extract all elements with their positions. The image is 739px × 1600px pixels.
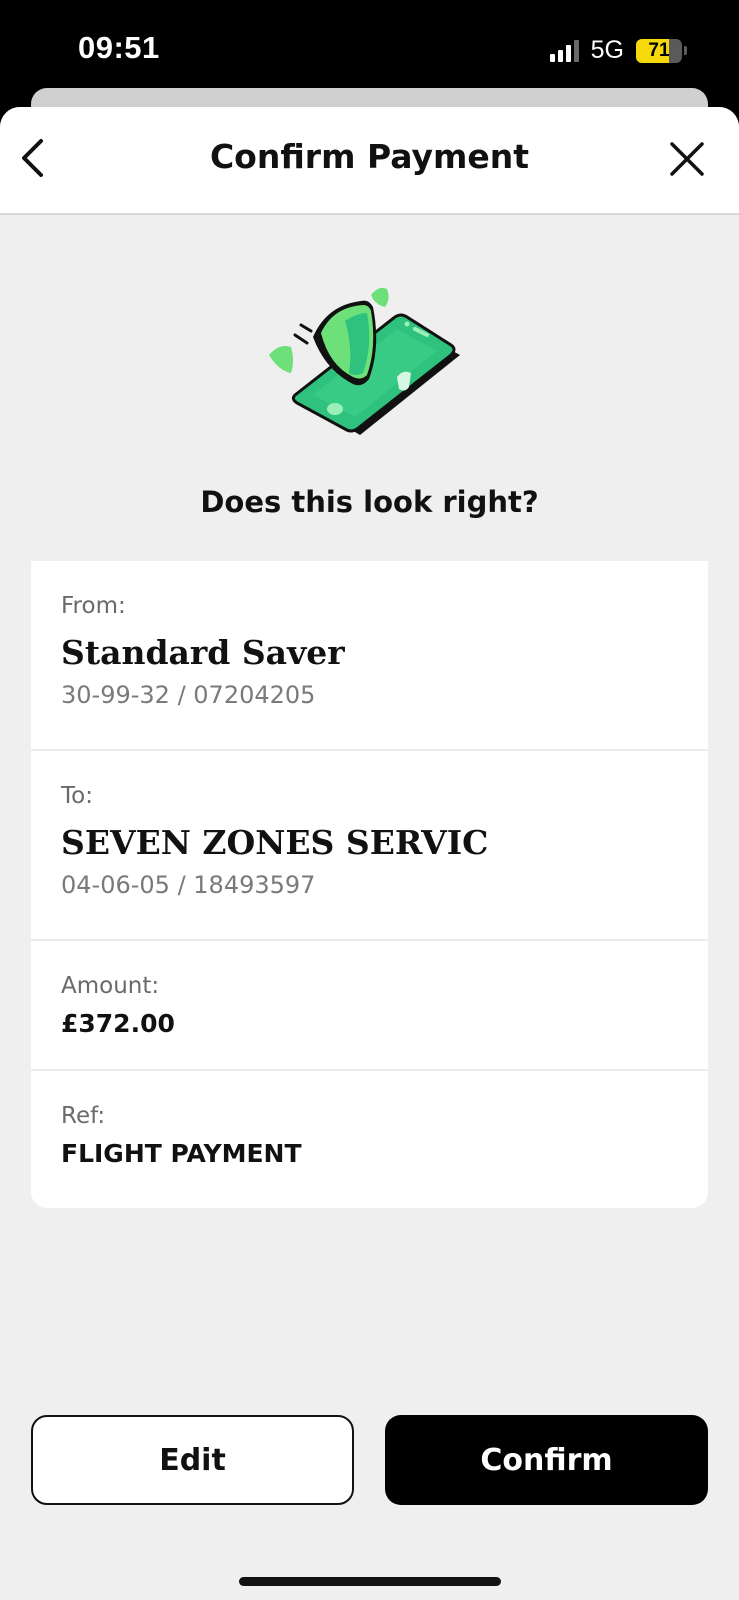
from-account-number: 30-99-32 / 07204205	[61, 681, 316, 709]
payment-details-card: From: Standard Saver 30-99-32 / 07204205…	[31, 561, 708, 1208]
edit-button[interactable]: Edit	[31, 1415, 354, 1505]
battery-level: 71	[648, 39, 670, 61]
ref-value: FLIGHT PAYMENT	[61, 1139, 302, 1168]
sheet-header: Confirm Payment	[0, 107, 739, 215]
amount-value: £372.00	[61, 1009, 175, 1038]
cellular-signal-icon	[549, 39, 579, 62]
to-row: To: SEVEN ZONES SERVIC 04-06-05 / 184935…	[31, 751, 708, 941]
close-button[interactable]	[665, 137, 709, 181]
ref-label: Ref:	[61, 1103, 106, 1129]
network-type: 5G	[590, 36, 624, 64]
to-account-number: 04-06-05 / 18493597	[61, 871, 316, 899]
confirm-button[interactable]: Confirm	[385, 1415, 708, 1505]
to-payee-name: SEVEN ZONES SERVIC	[61, 823, 489, 862]
battery-nub	[684, 46, 687, 55]
from-row: From: Standard Saver 30-99-32 / 07204205	[31, 561, 708, 751]
home-indicator[interactable]	[239, 1577, 501, 1586]
close-icon	[670, 142, 704, 176]
from-account-name: Standard Saver	[61, 633, 345, 672]
status-time: 09:51	[78, 30, 160, 65]
from-label: From:	[61, 593, 126, 619]
secure-phone-shield-icon	[269, 287, 460, 435]
page-title: Confirm Payment	[209, 137, 530, 176]
confirmation-question: Does this look right?	[200, 485, 539, 519]
status-bar: 09:51 5G 71	[0, 0, 739, 100]
amount-label: Amount:	[61, 973, 160, 999]
ref-row: Ref: FLIGHT PAYMENT	[31, 1071, 708, 1208]
to-label: To:	[61, 783, 93, 809]
confirm-payment-sheet: Confirm Payment Does this look right? Fr…	[0, 107, 739, 1600]
status-indicators: 5G 71	[549, 36, 687, 65]
amount-row: Amount: £372.00	[31, 941, 708, 1071]
battery-icon: 71	[636, 38, 682, 63]
